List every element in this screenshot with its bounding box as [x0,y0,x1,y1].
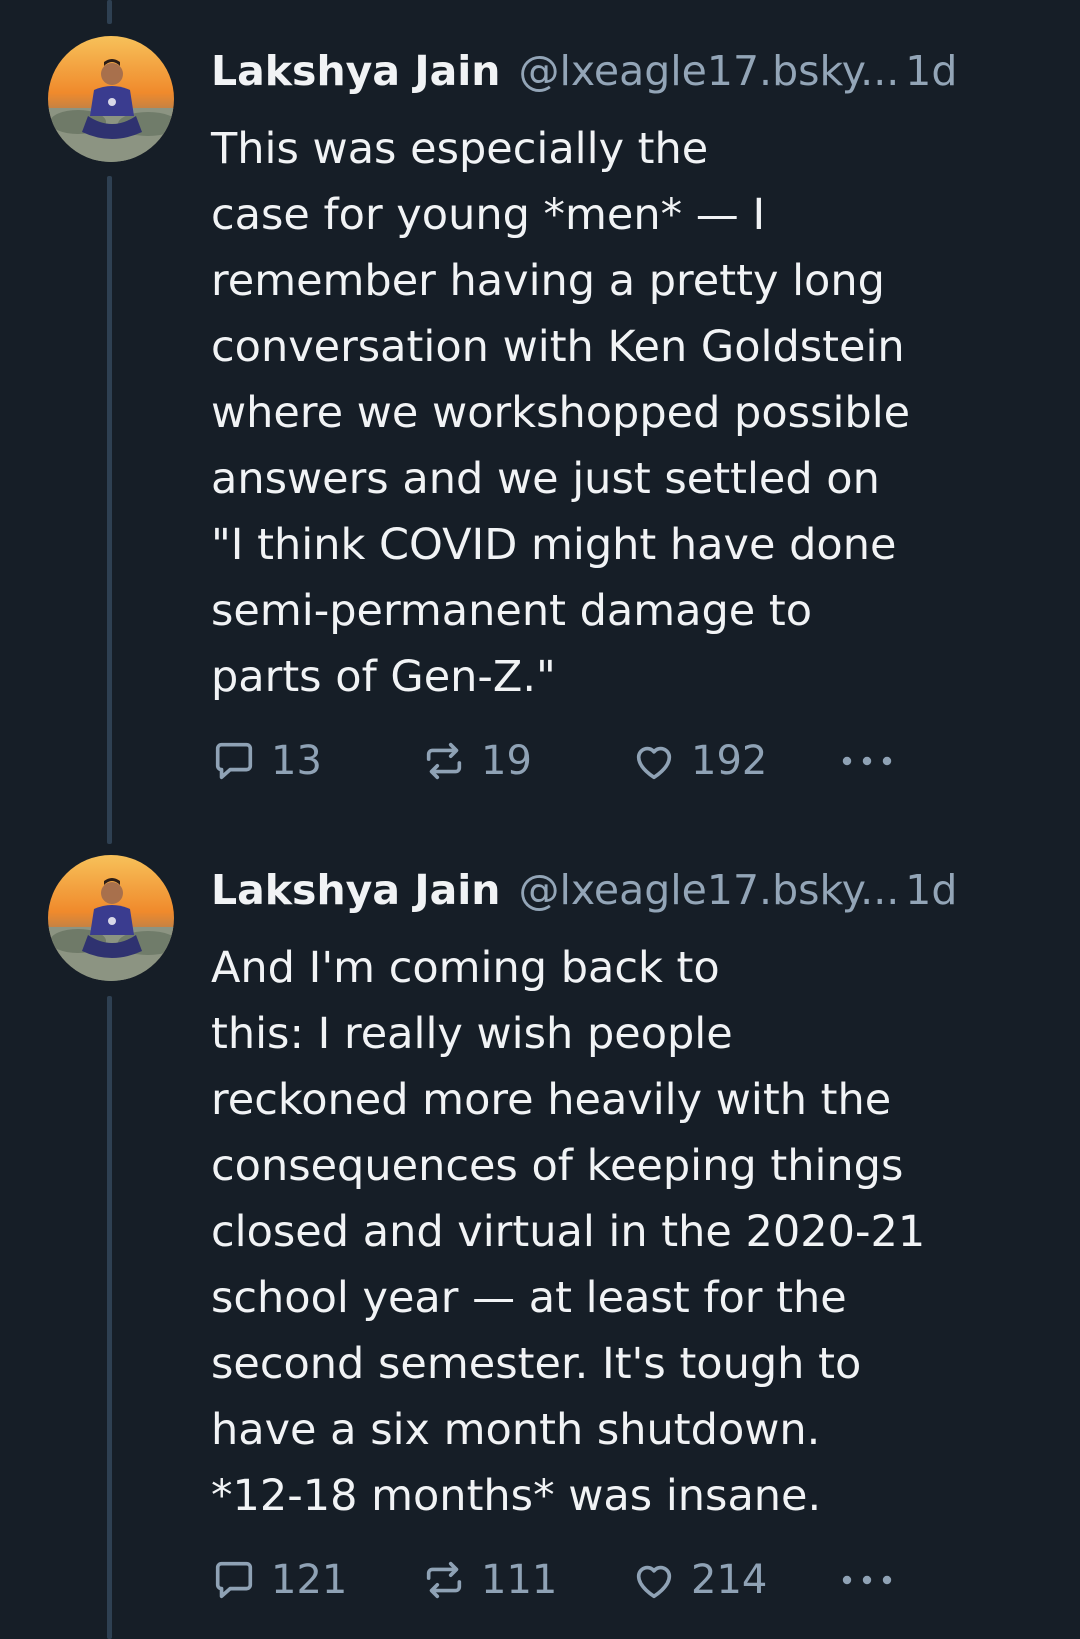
heart-outline-icon [636,1565,672,1599]
post-text-line: closed and virtual in the 2020-21 [211,1207,926,1257]
like-count: 214 [691,1557,768,1603]
post-text-line: where we workshopped possible [211,388,911,438]
more-options-button[interactable] [839,1552,895,1608]
reply-button[interactable]: 121 [211,1552,347,1608]
author-handle[interactable]: @lxeagle17.bsky... [518,866,899,914]
heart-outline-icon [636,746,672,780]
post-1[interactable]: Lakshya Jain @lxeagle17.bsky... 1d This … [0,36,1080,816]
post-text-line: remember having a pretty long [211,256,885,306]
post-text-line: second semester. It's tough to [211,1339,862,1389]
post-actions: 121 111 214 [211,1552,911,1608]
like-button[interactable]: 214 [631,1552,767,1608]
post-text-line: case for young *men* — I [211,190,766,240]
post-text-line: *12-18 months* was insane. [211,1471,822,1521]
post-header: Lakshya Jain @lxeagle17.bsky... 1d [211,36,1052,106]
speech-bubble-icon [215,1561,253,1599]
post-text-line: answers and we just settled on [211,454,880,504]
post-text: This was especially the case for young *… [211,116,910,710]
post-actions: 13 19 192 [211,733,911,789]
repost-count: 19 [481,738,532,784]
repost-arrows-icon [426,1561,462,1599]
thread-line-top [107,0,112,24]
repost-button[interactable]: 19 [421,733,532,789]
like-button[interactable]: 192 [631,733,767,789]
more-options-button[interactable] [839,733,895,789]
post-text-line: consequences of keeping things [211,1141,904,1191]
post-text-line: parts of Gen-Z." [211,652,556,702]
post-text-line: have a six month shutdown. [211,1405,821,1455]
post-text-line: school year — at least for the [211,1273,847,1323]
ellipsis-icon [842,1575,892,1585]
ellipsis-icon [842,756,892,766]
post-text-line: semi-permanent damage to [211,586,813,636]
author-name[interactable]: Lakshya Jain [211,47,500,95]
post-text-line: This was especially the [211,124,709,174]
reply-count: 121 [271,1557,348,1603]
post-text-line: conversation with Ken Goldstein [211,322,905,372]
reply-button[interactable]: 13 [211,733,322,789]
repost-button[interactable]: 111 [421,1552,557,1608]
like-count: 192 [691,738,768,784]
post-text-line: this: I really wish people [211,1009,733,1059]
post-header: Lakshya Jain @lxeagle17.bsky... 1d [211,855,1052,925]
speech-bubble-icon [215,742,253,780]
repost-arrows-icon [426,742,462,780]
reply-count: 13 [271,738,322,784]
avatar[interactable] [48,855,174,981]
post-text: And I'm coming back to this: I really wi… [211,935,925,1529]
avatar[interactable] [48,36,174,162]
post-text-line: "I think COVID might have done [211,520,897,570]
post-time[interactable]: 1d [905,47,957,95]
author-handle[interactable]: @lxeagle17.bsky... [518,47,899,95]
post-text-line: And I'm coming back to [211,943,720,993]
post-time[interactable]: 1d [905,866,957,914]
author-name[interactable]: Lakshya Jain [211,866,500,914]
post-2[interactable]: Lakshya Jain @lxeagle17.bsky... 1d And I… [0,855,1080,1639]
repost-count: 111 [481,1557,558,1603]
post-text-line: reckoned more heavily with the [211,1075,892,1125]
